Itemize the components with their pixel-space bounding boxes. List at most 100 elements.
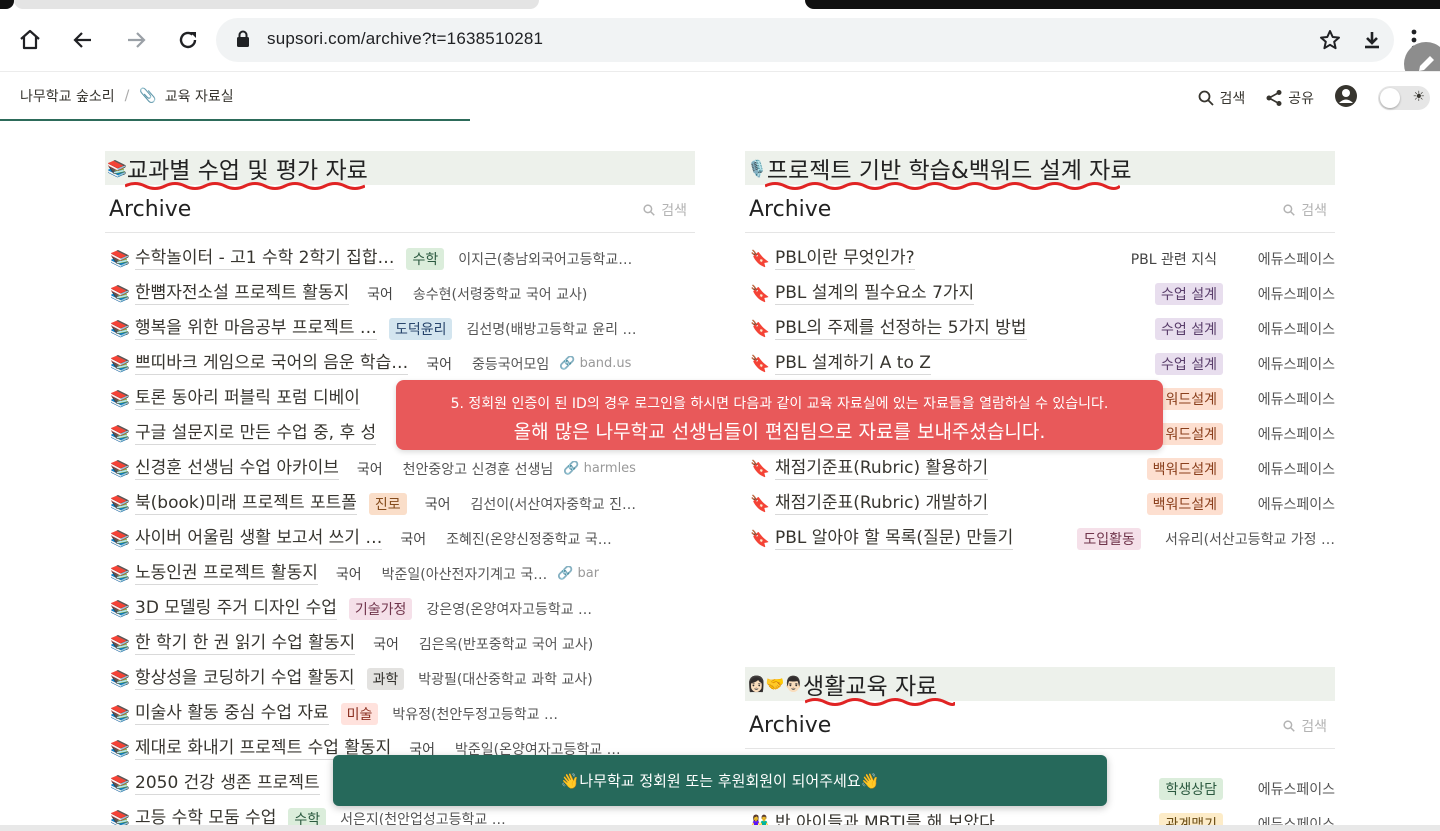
list-item[interactable]: 🔖 PBL 설계의 필수요소 7가지 수업 설계 에듀스페이스 <box>745 276 1335 311</box>
forward-arrow-icon[interactable] <box>116 20 156 60</box>
list-item[interactable]: 🔖 채점기준표(Rubric) 활용하기 백워드설계 에듀스페이스 <box>745 451 1335 486</box>
archive-search-placeholder: 검색 <box>1301 718 1327 735</box>
list-item[interactable]: 🔖 PBL이란 무엇인가? PBL 관련 지식 에듀스페이스 <box>745 241 1335 276</box>
life-section: 👩🏻🤝👨🏻 생활교육 자료 Archive 검색 학생상담 에듀스페이스 👫 반 아이… <box>745 667 1335 831</box>
item-icon: 📚 <box>110 774 130 793</box>
list-item[interactable]: 📚 신경훈 선생님 수업 아카이브 국어 천안중앙고 신경훈 선생님 🔗 harmles <box>105 451 695 486</box>
item-title-link[interactable]: 사이버 어울림 생활 보고서 쓰기 … <box>135 527 383 550</box>
item-title-link[interactable]: 채점기준표(Rubric) 개발하기 <box>775 492 989 515</box>
item-link[interactable]: 🔗 bar <box>557 566 599 581</box>
item-title-link[interactable]: 노동인권 프로젝트 활동지 <box>135 562 318 585</box>
lock-icon <box>236 30 250 52</box>
list-item[interactable]: 🔖 채점기준표(Rubric) 개발하기 백워드설계 에듀스페이스 <box>745 486 1335 521</box>
archive-search-placeholder: 검색 <box>661 202 687 219</box>
account-icon[interactable] <box>1334 84 1358 112</box>
list-item[interactable]: 📚 북(book)미래 프로젝트 포트폴 진로 국어 김선이(서산여자중학교 진… <box>105 486 695 521</box>
item-title-link[interactable]: 항상성을 코딩하기 수업 활동지 <box>135 667 355 690</box>
item-icon: 📚 <box>110 529 130 548</box>
item-author: 김선이(서산여자중학교 진… <box>470 496 637 513</box>
list-item[interactable]: 📚 쁘띠바크 게임으로 국어의 음운 학습… 국어 중등국어모임 🔗 band.us <box>105 346 695 381</box>
download-icon[interactable] <box>1352 20 1392 60</box>
item-title-link[interactable]: 2050 건강 생존 프로젝트 <box>135 772 320 795</box>
archive-search[interactable]: 검색 <box>1283 716 1331 736</box>
item-tag: 국어 <box>367 286 393 303</box>
section-heading: 👩🏻🤝👨🏻 생활교육 자료 <box>745 667 1335 706</box>
item-title-link[interactable]: PBL 알아야 할 목록(질문) 만들기 <box>775 527 1014 550</box>
item-title-link[interactable]: 수학놀이터 - 고1 수학 2학기 집합… <box>135 247 395 270</box>
list-item[interactable]: 📚 미술사 활동 중심 수업 자료 미술 박유정(천안두정고등학교 … <box>105 696 695 731</box>
item-tag: 진로 <box>368 492 407 515</box>
item-author: 에듀스페이스 <box>1257 321 1335 338</box>
item-author: 에듀스페이스 <box>1257 356 1335 373</box>
item-title-link[interactable]: 쁘띠바크 게임으로 국어의 음운 학습… <box>135 352 409 375</box>
item-author: 박준일(아산전자기계고 국… <box>381 566 548 583</box>
list-item[interactable]: 📚 노동인권 프로젝트 활동지 국어 박준일(아산전자기계고 국… 🔗 bar <box>105 556 695 591</box>
list-item[interactable]: 🔖 PBL 알아야 할 목록(질문) 만들기 도입활동 서유리(서산고등학교 가정 … <box>745 521 1335 556</box>
item-author: 에듀스페이스 <box>1257 391 1335 408</box>
item-title-link[interactable]: PBL의 주제를 선정하는 5가지 방법 <box>775 317 1027 340</box>
item-title-link[interactable]: 토론 동아리 퍼블릭 포럼 디베이 <box>135 387 360 410</box>
item-title-link[interactable]: PBL 설계의 필수요소 7가지 <box>775 282 975 305</box>
item-title-link[interactable]: 구글 설문지로 만든 수업 중, 후 성 <box>135 422 377 445</box>
section-heading-text: 생활교육 자료 <box>803 674 938 700</box>
back-arrow-icon[interactable] <box>63 20 103 60</box>
item-title-link[interactable]: 한뼘자전소설 프로젝트 활동지 <box>135 282 350 305</box>
breadcrumb-page[interactable]: 교육 자료실 <box>165 86 234 106</box>
search-button[interactable]: 검색 <box>1198 88 1245 108</box>
item-tag: 도입활동 <box>1077 527 1141 550</box>
breadcrumb-root[interactable]: 나무학교 숲소리 <box>20 86 115 106</box>
archive-search-placeholder: 검색 <box>1301 202 1327 219</box>
archive-search[interactable]: 검색 <box>643 200 691 220</box>
list-item[interactable]: 🔖 PBL 설계하기 A to Z 수업 설계 에듀스페이스 <box>745 346 1335 381</box>
item-icon: 📚 <box>110 424 130 443</box>
item-title-link[interactable]: 행복을 위한 마음공부 프로젝트 … <box>135 317 377 340</box>
item-author: 중등국어모임 <box>471 356 550 373</box>
bookmark-star-icon[interactable] <box>1318 28 1342 56</box>
item-title-link[interactable]: 채점기준표(Rubric) 활용하기 <box>775 457 989 480</box>
theme-toggle[interactable]: ☀ <box>1378 86 1430 110</box>
item-icon: 🔖 <box>750 529 770 548</box>
item-tag: 도덕윤리 <box>388 317 453 340</box>
item-title-link[interactable]: 북(book)미래 프로젝트 포트폴 <box>135 492 357 515</box>
membership-toast[interactable]: 👋나무학교 정회원 또는 후원회원이 되어주세요👋 <box>333 755 1107 806</box>
item-icon: 📚 <box>110 739 130 758</box>
item-icon: 🔖 <box>750 249 770 268</box>
item-title-link[interactable]: 미술사 활동 중심 수업 자료 <box>135 702 329 725</box>
address-bar[interactable]: supsori.com/archive?t=1638510281 <box>216 18 1394 62</box>
item-title-link[interactable]: 한 학기 한 권 읽기 수업 활동지 <box>135 632 356 655</box>
home-icon[interactable] <box>10 20 50 60</box>
item-title-link[interactable]: PBL 설계하기 A to Z <box>775 352 931 375</box>
list-item[interactable]: 📚 항상성을 코딩하기 수업 활동지 과학 박광필(대산중학교 과학 교사) <box>105 661 695 696</box>
share-icon <box>1266 90 1282 106</box>
item-title-link[interactable]: 3D 모델링 주거 디자인 수업 <box>135 597 337 620</box>
item-tag: 과학 <box>366 667 405 690</box>
item-tag: 국어 <box>356 461 383 478</box>
archive-search[interactable]: 검색 <box>1283 200 1331 220</box>
list-item[interactable]: 📚 수학놀이터 - 고1 수학 2학기 집합… 수학 이지근(충남외국어고등학교… <box>105 241 695 276</box>
red-underline-squiggle <box>125 182 365 190</box>
item-link[interactable]: 🔗 harmles <box>563 461 636 476</box>
list-item[interactable]: 📚 3D 모델링 주거 디자인 수업 기술가정 강은영(온양여자고등학교 … <box>105 591 695 626</box>
tab-strip <box>0 0 1440 10</box>
item-tag: 기술가정 <box>348 597 413 620</box>
breadcrumb-separator: / <box>124 88 130 104</box>
item-icon: 📚 <box>110 704 130 723</box>
list-item[interactable]: 📚 사이버 어울림 생활 보고서 쓰기 … 국어 조혜진(온양신정중학교 국… <box>105 521 695 556</box>
sun-icon: ☀ <box>1412 89 1425 105</box>
archive-title: Archive <box>749 197 832 222</box>
books-icon: 📚 <box>107 158 127 178</box>
item-author: 에듀스페이스 <box>1257 251 1335 268</box>
list-item[interactable]: 📚 행복을 위한 마음공부 프로젝트 … 도덕윤리 김선명(배방고등학교 윤리 … <box>105 311 695 346</box>
item-icon: 📚 <box>110 284 130 303</box>
item-icon: 🔖 <box>750 494 770 513</box>
item-link[interactable]: 🔗 band.us <box>559 356 631 371</box>
item-title-link[interactable]: PBL이란 무엇인가? <box>775 247 915 270</box>
item-tag: 국어 <box>426 356 452 373</box>
item-title-link[interactable]: 신경훈 선생님 수업 아카이브 <box>135 457 339 480</box>
reload-icon[interactable] <box>168 20 208 60</box>
item-tag: 미술 <box>340 702 379 725</box>
list-item[interactable]: 📚 한 학기 한 권 읽기 수업 활동지 국어 김은옥(반포중학교 국어 교사) <box>105 626 695 661</box>
list-item[interactable]: 🔖 PBL의 주제를 선정하는 5가지 방법 수업 설계 에듀스페이스 <box>745 311 1335 346</box>
share-button[interactable]: 공유 <box>1265 88 1314 108</box>
list-item[interactable]: 📚 한뼘자전소설 프로젝트 활동지 국어 송수현(서령중학교 국어 교사) <box>105 276 695 311</box>
